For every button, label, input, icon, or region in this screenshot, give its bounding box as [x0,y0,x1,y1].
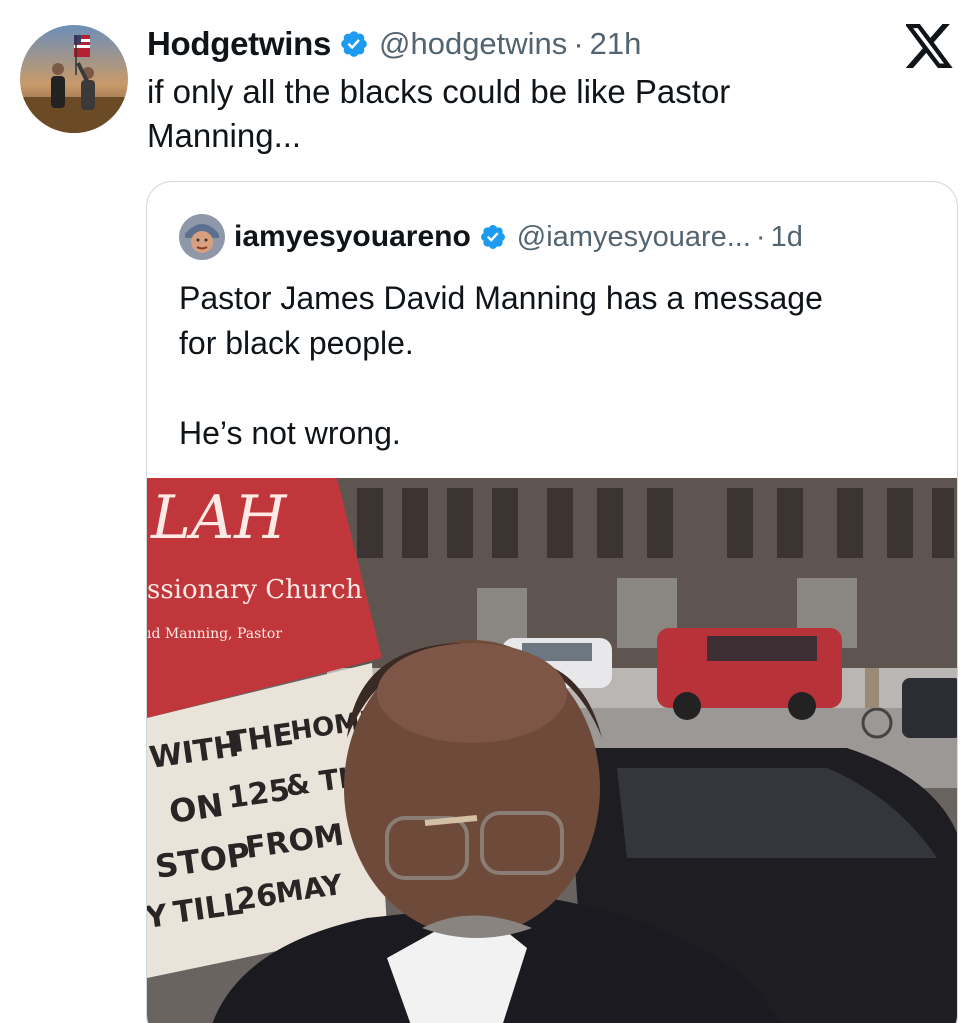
x-logo-icon[interactable] [906,24,954,68]
quoted-text: Pastor James David Manning has a message… [179,276,939,456]
separator-dot: · [573,26,584,61]
video-frame: LAH ssionary Church ıd Manning, Pastor W… [147,478,957,1023]
quoted-text-line: for black people. [179,325,414,361]
quoted-text-line: He’s not wrong. [179,415,401,451]
verified-badge-icon [341,31,367,57]
avatar-photo-icon [20,25,128,133]
quoted-tweet[interactable]: iamyesyouareno @iamyesyouare... · 1d Pas… [146,181,958,1023]
quoted-author-avatar[interactable] [179,214,225,260]
quoted-timestamp[interactable]: 1d [771,221,803,254]
board-row-text: 26 [233,877,279,917]
sign-title: LAH [150,483,288,553]
quoted-author-handle[interactable]: @iamyesyouare... [517,221,751,254]
tweet-header: Hodgetwins @hodgetwins · 21h [147,22,641,66]
avatar-photo-icon [179,214,225,260]
verified-badge-icon [480,225,505,249]
author-name[interactable]: Hodgetwins [147,25,331,63]
author-avatar[interactable] [20,25,128,133]
sign-small-text: ıd Manning, Pastor [147,626,282,642]
author-handle[interactable]: @hodgetwins [379,26,567,62]
tweet-timestamp[interactable]: 21h [590,26,642,62]
quoted-text-line: Pastor James David Manning has a message [179,280,823,316]
tweet-text-line: Manning... [147,117,302,154]
quoted-media-video[interactable]: LAH ssionary Church ıd Manning, Pastor W… [147,478,957,1023]
sign-subtitle: ssionary Church [147,575,363,605]
tweet: Hodgetwins @hodgetwins · 21h if only all… [0,0,978,1023]
quoted-header: iamyesyouareno @iamyesyouare... · 1d [234,214,803,260]
board-row-text: ON [167,786,226,831]
tweet-text: if only all the blacks could be like Pas… [147,70,847,158]
separator-dot: · [755,220,766,253]
quoted-author-name[interactable]: iamyesyouareno [234,220,471,254]
tweet-text-line: if only all the blacks could be like Pas… [147,73,731,110]
